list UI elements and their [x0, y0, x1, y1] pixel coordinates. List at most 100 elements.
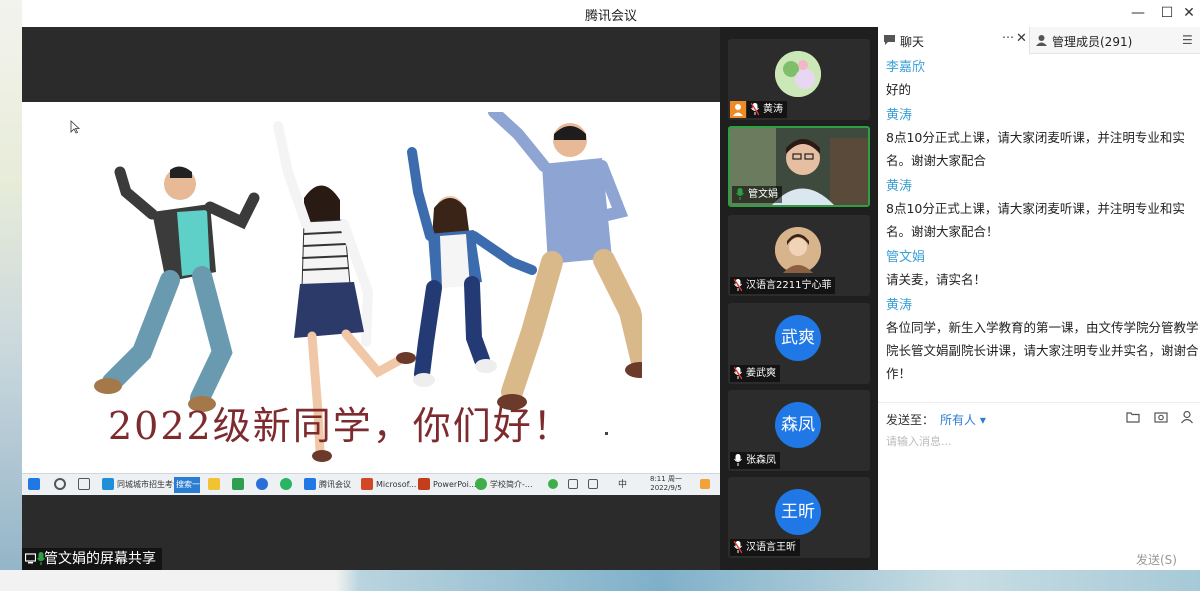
desktop-background-left	[0, 0, 22, 591]
chat-tab-bar: 聊天 ⋯ ✕ 管理成员(291) ☰	[878, 27, 1200, 54]
windows-start-icon	[28, 478, 40, 490]
edge-icon	[256, 478, 268, 490]
chat-message-list: 李嘉欣 好的 黄涛 8点10分正式上课，请大家闭麦听课，并注明专业和实 名。谢谢…	[886, 57, 1200, 389]
maximize-button[interactable]: ☐	[1155, 3, 1179, 23]
avatar-photo-icon	[775, 227, 821, 273]
message-text: 好的	[886, 82, 912, 97]
folder-icon	[208, 478, 220, 490]
avatar: 森凤	[775, 402, 821, 448]
user-settings-icon[interactable]	[1180, 410, 1194, 424]
browser-icon	[475, 478, 487, 490]
screen-share-icon	[25, 553, 36, 564]
network-icon	[588, 479, 598, 489]
participant-tile[interactable]: 武爽 姜武爽	[728, 303, 870, 384]
excel-icon	[232, 478, 244, 490]
message-sender[interactable]: 黄涛	[886, 105, 1200, 126]
search-icon	[54, 478, 66, 490]
taskbar-item: 学校简介-...	[490, 480, 533, 489]
powerpoint-icon	[418, 478, 430, 490]
mic-muted-icon	[734, 367, 742, 380]
shared-windows-taskbar: 同城城市招生考试 搜索一下 腾讯会议 Microsof... PowerPoi.…	[22, 473, 720, 495]
taskbar-clock: 8:11 周一 2022/9/5	[650, 475, 682, 492]
close-button[interactable]: ✕	[1177, 3, 1200, 23]
chat-message: 黄涛 8点10分正式上课，请大家闭麦听课，并注明专业和实 名。谢谢大家配合！	[886, 176, 1200, 243]
title-bar: 腾讯会议 — ☐ ✕	[22, 0, 1200, 27]
participant-name: 黄涛	[747, 101, 787, 118]
message-sender[interactable]: 黄涛	[886, 176, 1200, 197]
participant-tile[interactable]: 王昕 汉语言王昕	[728, 477, 870, 558]
mic-muted-icon	[734, 541, 742, 554]
tencent-meeting-icon	[304, 478, 316, 490]
ime-indicator: 中	[618, 480, 628, 490]
volume-icon	[568, 479, 578, 489]
participant-name: 姜武爽	[730, 365, 780, 382]
participant-tile[interactable]: 黄涛	[728, 39, 870, 120]
chat-message: 黄涛 各位同学，新生入学教育的第一课，由文传学院分管教学 院长管文娟副院长讲课，…	[886, 295, 1200, 385]
participant-tile[interactable]: 汉语言2211宁心菲	[728, 215, 870, 296]
notification-icon	[700, 479, 710, 489]
participant-name: 张森凤	[730, 452, 780, 469]
mic-muted-icon	[751, 103, 759, 116]
participant-name: 管文娟	[732, 186, 782, 203]
mic-on-icon	[734, 454, 742, 466]
members-icon	[1036, 35, 1047, 46]
message-sender[interactable]: 黄涛	[886, 295, 1200, 316]
more-options-icon[interactable]: ⋯	[1002, 30, 1014, 44]
chat-composer: 发送至： 所有人 ▾ 发送(S)	[878, 402, 1200, 570]
taskbar-item: Microsof...	[376, 480, 417, 489]
message-text: 请关麦，请实名！	[886, 272, 987, 287]
window-title: 腾讯会议	[584, 9, 637, 24]
send-to-dropdown[interactable]: 所有人 ▾	[940, 411, 986, 428]
office-icon	[361, 478, 373, 490]
participant-name: 汉语言2211宁心菲	[730, 277, 836, 294]
mic-on-icon	[736, 188, 744, 200]
message-sender[interactable]: 管文娟	[886, 247, 1200, 268]
send-button[interactable]: 发送(S)	[1136, 551, 1177, 568]
avatar	[775, 227, 821, 273]
desktop-background-bottom	[0, 570, 1200, 591]
taskbar-item: PowerPoi...	[433, 480, 477, 489]
avatar-photo-icon	[775, 51, 821, 97]
chat-message: 李嘉欣 好的	[886, 57, 1200, 101]
folder-upload-icon[interactable]	[1126, 410, 1140, 424]
host-badge-icon	[730, 101, 746, 118]
screen-share-owner: 管文娟的屏幕共享	[44, 551, 156, 567]
participant-name: 汉语言王昕	[730, 539, 800, 556]
wechat-icon	[280, 478, 292, 490]
mic-on-icon	[37, 552, 45, 565]
chat-message: 管文娟 请关麦，请实名！	[886, 247, 1200, 291]
participant-tile-active-speaker[interactable]: 管文娟	[728, 126, 870, 207]
screenshot-icon[interactable]	[1154, 410, 1168, 424]
message-text: 各位同学，新生入学教育的第一课，由文传学院分管教学 院长管文娟副院长讲课，请大家…	[886, 320, 1199, 381]
screen-share-area[interactable]: 2022级新同学，你们好！ 同城城市招生考试 搜索一下 腾讯会议 Microso…	[22, 27, 720, 570]
avatar: 武爽	[775, 315, 821, 361]
chat-message: 黄涛 8点10分正式上课，请大家闭麦听课，并注明专业和实 名。谢谢大家配合	[886, 105, 1200, 172]
shared-slide: 2022级新同学，你们好！	[22, 102, 720, 495]
participant-tile[interactable]: 森凤 张森凤	[728, 390, 870, 471]
chat-message-input[interactable]	[886, 431, 1186, 451]
slide-decor-dot	[605, 432, 608, 435]
avatar	[775, 51, 821, 97]
meeting-window: 腾讯会议 — ☐ ✕ 2022级新同学，你们好！ 同城城市招生考试 搜索一 腾讯…	[22, 0, 1200, 570]
tab-manage-members[interactable]: 管理成员(291)	[1030, 27, 1180, 54]
participant-list: 黄涛 管文娟 汉语言2211宁心菲 武爽 姜武爽 森凤 张森凤 王昕 汉语言王昕	[720, 27, 878, 570]
tray-app-icon	[548, 479, 558, 489]
task-view-icon	[78, 478, 90, 490]
avatar: 王昕	[775, 489, 821, 535]
ie-icon	[102, 478, 114, 490]
message-text: 8点10分正式上课，请大家闭麦听课，并注明专业和实 名。谢谢大家配合	[886, 130, 1185, 168]
message-text: 8点10分正式上课，请大家闭麦听课，并注明专业和实 名。谢谢大家配合！	[886, 201, 1185, 239]
screen-share-label: 管文娟的屏幕共享	[22, 548, 162, 570]
tab-chat[interactable]: 聊天 ⋯ ✕	[878, 27, 1030, 54]
panel-menu-icon[interactable]: ☰	[1182, 33, 1193, 47]
send-to-label: 发送至：	[886, 413, 935, 427]
chat-panel: 聊天 ⋯ ✕ 管理成员(291) ☰ 李嘉欣 好的 黄涛 8点10分正式上课，请…	[878, 27, 1200, 570]
minimize-button[interactable]: —	[1126, 3, 1150, 23]
taskbar-item: 搜索一下	[174, 477, 200, 493]
mouse-cursor-icon	[70, 120, 80, 134]
mic-muted-icon	[734, 279, 742, 292]
message-sender[interactable]: 李嘉欣	[886, 57, 1200, 78]
chat-bubble-icon	[884, 35, 895, 45]
taskbar-item: 腾讯会议	[319, 480, 351, 489]
close-chat-icon[interactable]: ✕	[1016, 31, 1027, 46]
